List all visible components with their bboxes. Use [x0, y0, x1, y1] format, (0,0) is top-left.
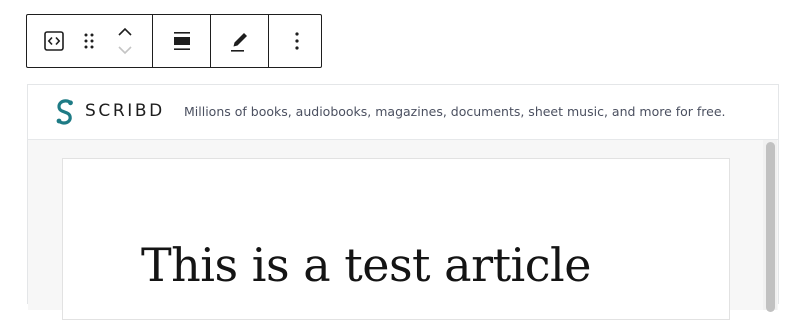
more-options-icon: [294, 32, 299, 50]
document-page: This is a test article: [62, 158, 730, 320]
scribd-tagline: Millions of books, audiobooks, magazines…: [184, 104, 726, 119]
options-group: [268, 15, 324, 67]
scribd-header: SCRIBD Millions of books, audiobooks, ma…: [28, 85, 778, 140]
document-scrollbar[interactable]: [763, 140, 777, 312]
scribd-wordmark[interactable]: SCRIBD: [85, 101, 165, 121]
drag-handle-icon: [84, 33, 94, 49]
mover-buttons: [97, 15, 152, 67]
move-up-button[interactable]: [110, 23, 140, 41]
edit-url-button[interactable]: [211, 15, 268, 67]
more-options-button[interactable]: [269, 15, 324, 67]
block-toolbar: [26, 14, 322, 68]
align-button[interactable]: [153, 15, 210, 67]
embed-block-icon: [44, 31, 64, 51]
move-down-button[interactable]: [110, 41, 140, 59]
move-up-icon: [117, 27, 132, 36]
align-group: [152, 15, 210, 67]
drag-handle-button[interactable]: [81, 15, 97, 67]
document-title: This is a test article: [141, 238, 591, 292]
scribd-embed-frame: SCRIBD Millions of books, audiobooks, ma…: [27, 84, 779, 320]
scrollbar-thumb[interactable]: [766, 142, 775, 312]
align-icon: [173, 32, 190, 50]
edit-pencil-icon: [230, 33, 247, 52]
scribd-logo-icon: [56, 99, 73, 125]
document-viewer: This is a test article: [28, 140, 778, 320]
edit-group: [210, 15, 268, 67]
embed-block-button[interactable]: [27, 15, 81, 67]
block-type-group: [27, 15, 152, 67]
move-down-icon: [117, 46, 132, 55]
